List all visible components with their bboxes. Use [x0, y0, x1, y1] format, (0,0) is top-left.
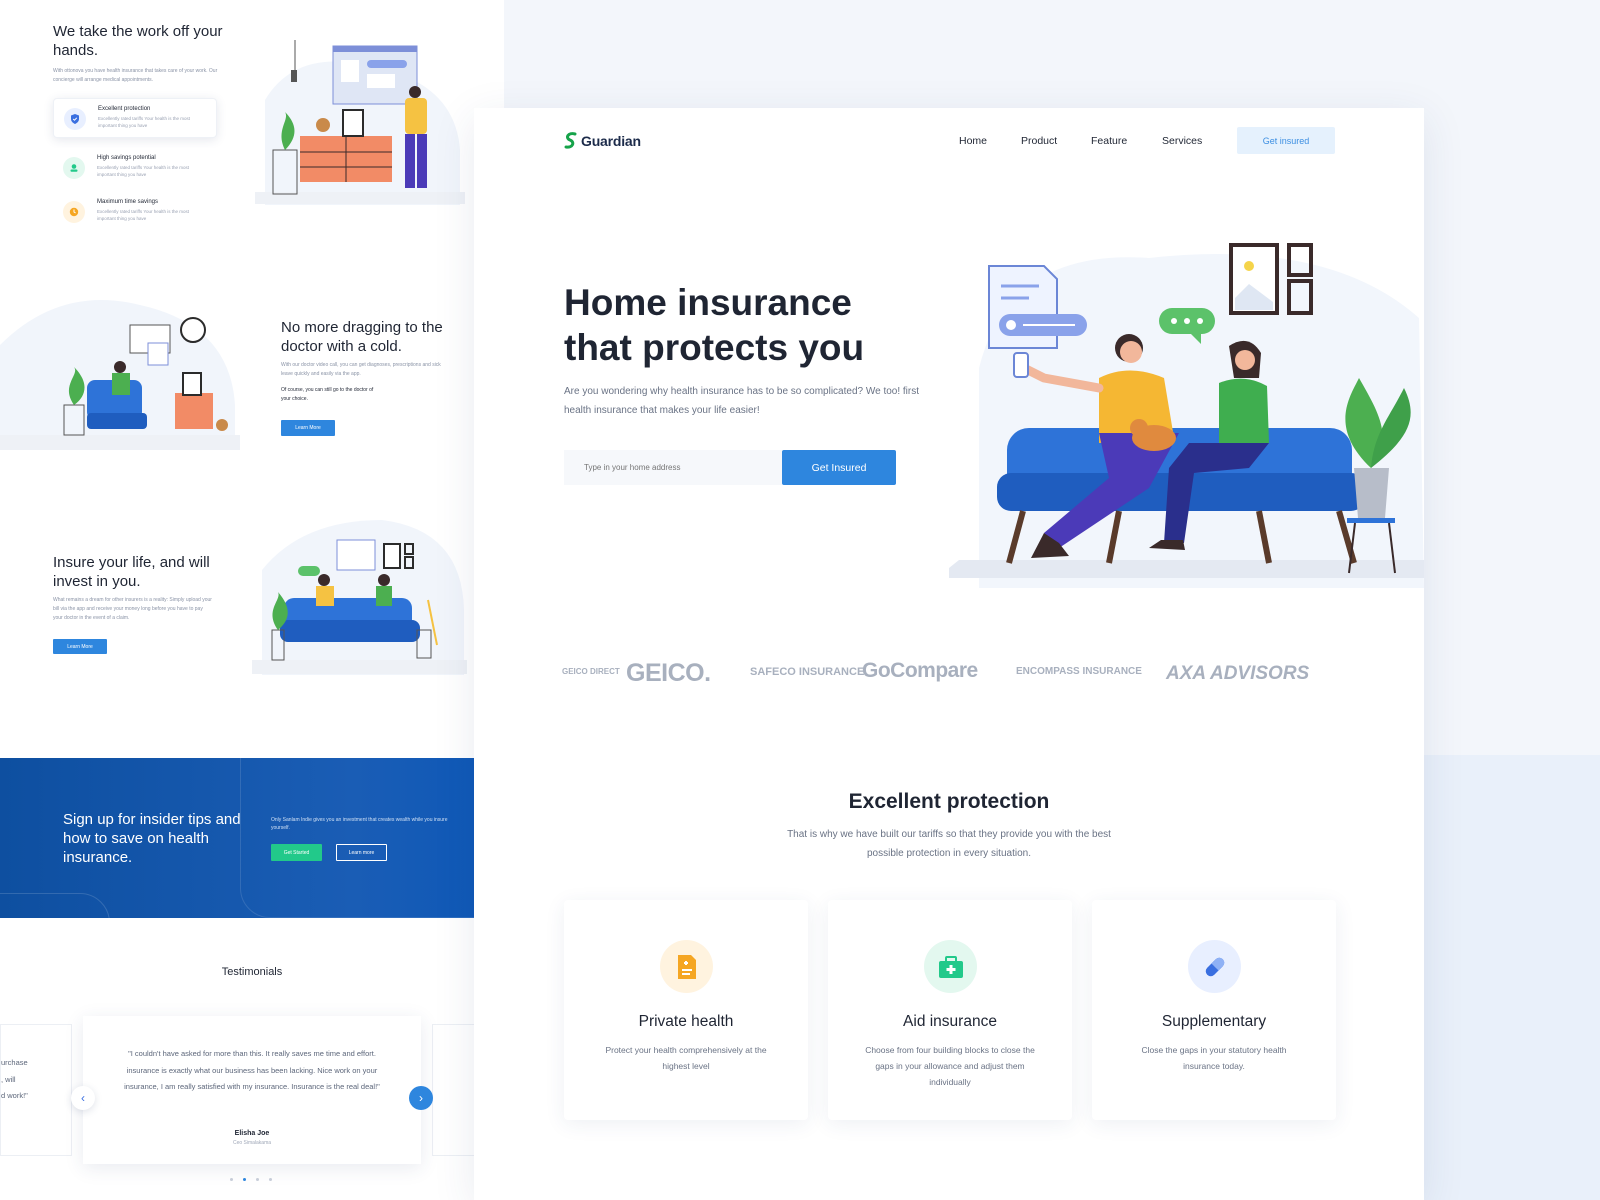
section2-title: No more dragging to the doctor with a co…	[281, 319, 443, 355]
carousel-dots	[230, 1178, 272, 1181]
testimonials-title: Testimonials	[221, 966, 283, 978]
brand-logo[interactable]: Guardian	[564, 132, 641, 150]
newsletter-cta: Sign up for insider tips and how to save…	[0, 758, 504, 918]
video-call-illustration	[0, 300, 240, 450]
guardian-logo-icon	[564, 132, 577, 149]
workspace-illustration	[255, 40, 465, 206]
prev-arrow-icon[interactable]: ‹	[71, 1086, 95, 1110]
brand-geico-direct: GEICO DIRECT	[562, 667, 620, 676]
card-title: Private health	[638, 1013, 734, 1030]
feature-desc: Excellently rated tariffs Your health is…	[98, 116, 190, 128]
feature-desc: Excellently rated tariffs Your health is…	[97, 209, 189, 221]
card-desc: Close the gaps in your statutory health …	[1141, 1045, 1287, 1071]
nav-services[interactable]: Services	[1162, 135, 1202, 147]
couch-illustration-small	[252, 520, 467, 675]
nav-product[interactable]: Product	[1021, 135, 1057, 147]
hero-subtitle: Are you wondering why health insurance h…	[564, 386, 920, 416]
feature-card-protection[interactable]: Excellent protection Excellently rated t…	[53, 98, 217, 138]
section3-desc: What remains a dream for other insurers …	[53, 597, 212, 621]
address-input[interactable]	[564, 450, 782, 485]
service-card-private-health[interactable]: Private health Protect your health compr…	[564, 900, 808, 1120]
card-title: Aid insurance	[903, 1013, 997, 1030]
learn-more-button[interactable]: Learn More	[53, 639, 107, 654]
feature-desc: Excellently rated tariffs Your health is…	[97, 165, 189, 177]
left-page-preview: We take the work off your hands. With ot…	[0, 0, 504, 1200]
cta-title: Sign up for insider tips and how to save…	[63, 811, 241, 866]
hero-title: Home insurance that protects you	[564, 282, 865, 368]
testimonial-snippet: urchase , will d work!"	[1, 1058, 28, 1100]
carousel-dot[interactable]	[256, 1178, 259, 1181]
get-started-button[interactable]: Get Started	[271, 844, 322, 861]
testimonial-name: Elisha Joe	[234, 1130, 270, 1137]
main-landing-page: Guardian Home Product Feature Services G…	[474, 108, 1424, 1200]
testimonial-card-prev: urchase , will d work!"	[0, 1024, 72, 1156]
background-top	[504, 0, 1600, 110]
background-band	[1424, 755, 1600, 1200]
service-card-aid-insurance[interactable]: Aid insurance Choose from four building …	[828, 900, 1072, 1120]
section1-title: We take the work off your hands.	[53, 23, 223, 59]
brand-axa-advisors: AXA ADVISORS	[1166, 663, 1310, 684]
feature-card-time[interactable]: Maximum time savings Excellently rated t…	[53, 192, 217, 232]
brand-geico: GEICO.	[626, 659, 711, 687]
partner-logos: GEICO DIRECT GEICO. SAFECO INSURANCE GoC…	[562, 659, 1342, 691]
brand-safeco: SAFECO INSURANCE	[750, 666, 865, 678]
section-subtitle: That is why we have built our tariffs so…	[787, 829, 1111, 859]
next-arrow-icon[interactable]: ›	[409, 1086, 433, 1110]
section1-desc: With ottonova you have health insurance …	[53, 68, 218, 83]
carousel-dot-active[interactable]	[243, 1178, 246, 1181]
learn-more-button[interactable]: Learn more	[336, 844, 387, 861]
feature-title: Excellent protection	[98, 106, 151, 112]
service-card-supplementary[interactable]: Supplementary Close the gaps in your sta…	[1092, 900, 1336, 1120]
logo-text: Guardian	[581, 133, 641, 149]
card-desc: Choose from four building blocks to clos…	[865, 1045, 1035, 1087]
get-insured-nav-button[interactable]: Get insured	[1237, 127, 1335, 154]
clock-icon	[63, 201, 85, 223]
testimonial-role: Ceo Simalakama	[232, 1140, 272, 1146]
cta-desc: Only Sanlam Indie gives you an investmen…	[271, 817, 448, 831]
section-title: Excellent protection	[848, 790, 1050, 813]
nav-home[interactable]: Home	[959, 135, 987, 147]
brand-gocompare: GoCompare	[862, 659, 978, 682]
get-insured-button[interactable]: Get Insured	[782, 450, 896, 485]
feature-card-savings[interactable]: High savings potential Excellently rated…	[53, 148, 217, 188]
hero-couch-illustration	[949, 243, 1424, 588]
feature-title: High savings potential	[97, 155, 156, 161]
section2-note: Of course, you can still go to the docto…	[281, 387, 374, 402]
card-title: Supplementary	[1161, 1013, 1267, 1030]
nav-feature[interactable]: Feature	[1091, 135, 1127, 147]
brand-encompass: ENCOMPASS INSURANCE	[1016, 666, 1142, 677]
learn-more-button[interactable]: Learn More	[281, 420, 335, 436]
pill-icon	[1188, 940, 1241, 993]
document-icon	[660, 940, 713, 993]
carousel-dot[interactable]	[269, 1178, 272, 1181]
shield-icon	[64, 108, 86, 130]
savings-icon	[63, 157, 85, 179]
medkit-icon	[924, 940, 977, 993]
testimonial-quote: "I couldn't have asked for more than thi…	[124, 1049, 380, 1091]
testimonial-card: "I couldn't have asked for more than thi…	[83, 1016, 421, 1164]
carousel-dot[interactable]	[230, 1178, 233, 1181]
section2-desc: With our doctor video call, you can get …	[281, 362, 441, 377]
section3-title: Insure your life, and will invest in you…	[53, 554, 210, 590]
card-desc: Protect your health comprehensively at t…	[605, 1045, 767, 1071]
feature-title: Maximum time savings	[97, 199, 159, 205]
